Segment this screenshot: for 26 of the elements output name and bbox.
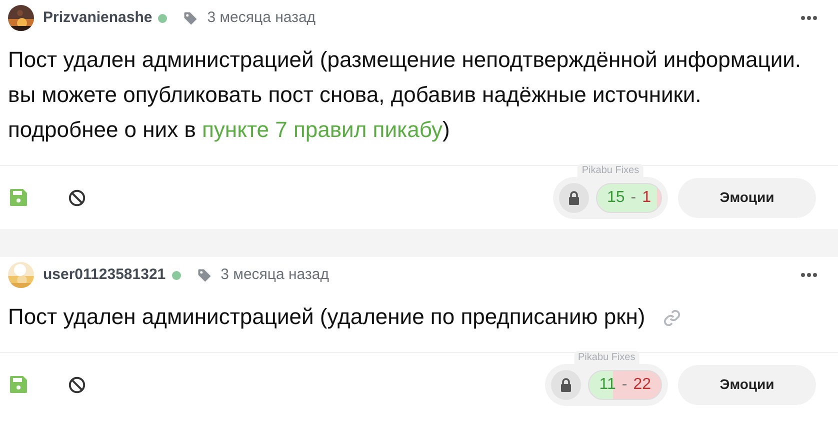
rating-separator: - — [630, 188, 636, 208]
lock-icon — [560, 378, 572, 392]
block-icon[interactable] — [68, 188, 86, 206]
more-icon[interactable] — [800, 272, 818, 278]
lock-button[interactable] — [558, 182, 589, 212]
emotions-button[interactable]: Эмоции — [678, 178, 816, 218]
rating-separator: - — [622, 374, 628, 394]
fixes-label: Pikabu Fixes — [574, 350, 640, 364]
post-time: 3 месяца назад — [207, 8, 316, 28]
post-text: Пост удален администрацией (размещение неподтверждённой информации. вы можете опубликовать пост снова, добавив надёжные источники. подробнее о них в пункте 7 правил пикабу) — [8, 46, 802, 144]
pluses-count: 11 — [599, 374, 616, 394]
pluses-count: 15 — [606, 188, 625, 208]
emotions-button[interactable]: Эмоции — [678, 364, 816, 404]
post-text: Пост удален администрацией (удаление по предписанию ркн) — [8, 299, 682, 334]
author-name[interactable]: Prizvanienashe — [43, 6, 152, 30]
block-icon[interactable] — [68, 376, 86, 394]
minuses-count: 1 — [642, 188, 651, 208]
fixes-label: Pikabu Fixes — [578, 164, 644, 176]
author-name[interactable]: user01123581321 — [43, 264, 166, 286]
tag-icon — [183, 10, 198, 26]
tag-icon — [196, 268, 212, 282]
more-icon[interactable] — [800, 15, 818, 21]
lock-icon — [568, 190, 580, 204]
minuses-count: 22 — [633, 374, 651, 394]
lock-button[interactable] — [551, 370, 582, 400]
post-time: 3 месяца назад — [220, 264, 329, 285]
